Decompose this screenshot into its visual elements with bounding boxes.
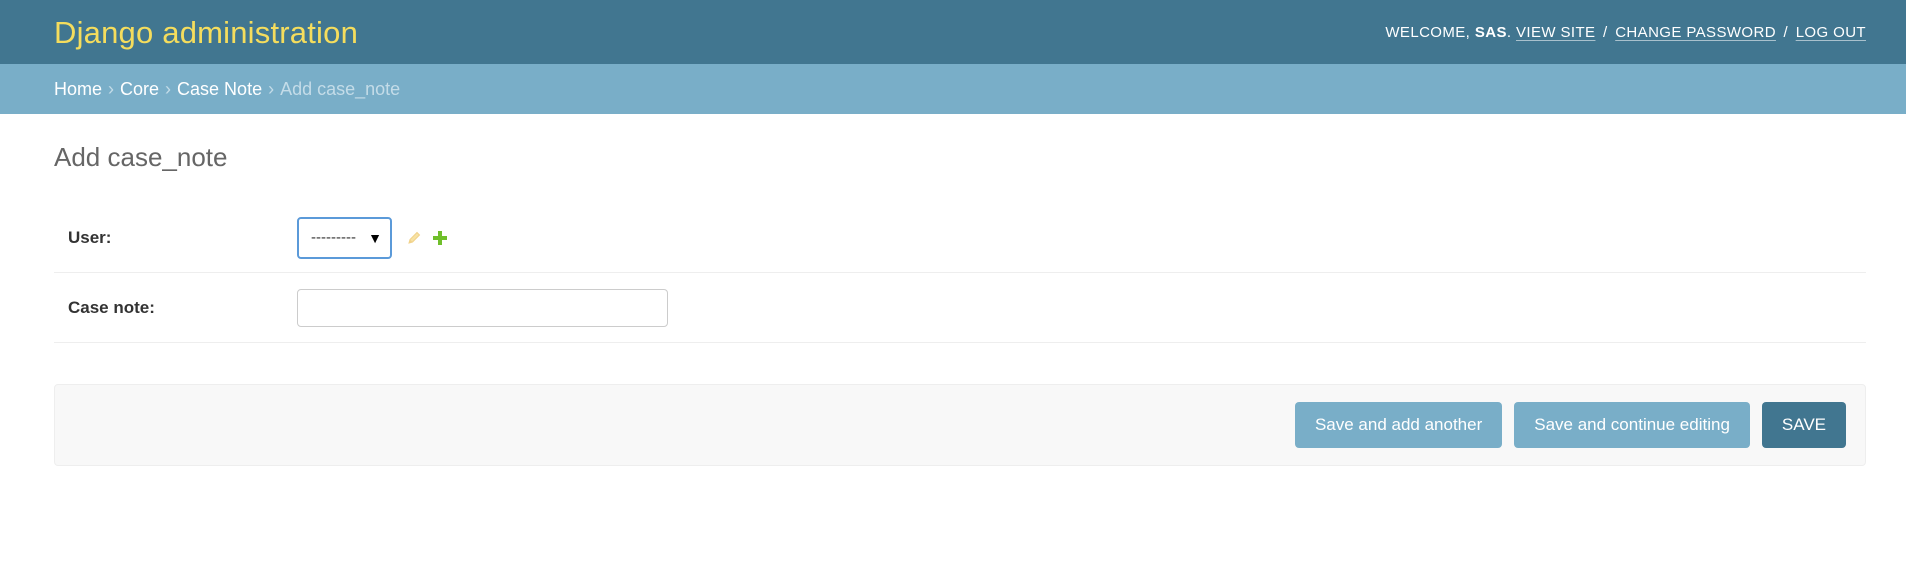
- case-note-form: User: --------- ▼ Case note: Save and ad…: [54, 203, 1866, 466]
- header: Django administration WELCOME, SAS. VIEW…: [0, 0, 1906, 64]
- breadcrumb-app[interactable]: Core: [120, 79, 159, 100]
- breadcrumb-separator: ›: [165, 78, 172, 99]
- breadcrumb-separator: ›: [268, 78, 275, 99]
- case-note-input[interactable]: [297, 288, 668, 327]
- breadcrumb: Home › Core › Case Note › Add case_note: [0, 64, 1906, 114]
- page-title: Add case_note: [54, 142, 228, 172]
- pencil-icon-svg: [408, 231, 421, 244]
- welcome-text: WELCOME,: [1385, 23, 1471, 41]
- view-site-link[interactable]: VIEW SITE: [1516, 24, 1595, 41]
- save-and-continue-editing-button[interactable]: Save and continue editing: [1514, 402, 1750, 448]
- user-tools: WELCOME, SAS. VIEW SITE / CHANGE PASSWOR…: [1385, 23, 1866, 41]
- log-out-link[interactable]: LOG OUT: [1796, 24, 1866, 41]
- user-select[interactable]: --------- ▼: [297, 216, 392, 259]
- breadcrumb-model[interactable]: Case Note: [177, 79, 262, 100]
- user-select-value: ---------: [311, 229, 356, 246]
- user-label: User:: [68, 227, 112, 247]
- submit-row: Save and add another Save and continue e…: [54, 384, 1866, 466]
- change-password-link[interactable]: CHANGE PASSWORD: [1615, 24, 1776, 41]
- plus-icon-svg: [433, 230, 447, 245]
- save-button[interactable]: SAVE: [1761, 402, 1846, 448]
- separator: /: [1783, 23, 1789, 41]
- plus-icon[interactable]: [432, 230, 448, 246]
- username: SAS: [1474, 23, 1507, 41]
- form-row-case-note: Case note:: [54, 273, 1866, 343]
- breadcrumb-separator: ›: [108, 78, 115, 99]
- related-widget-links: [406, 230, 448, 246]
- site-branding[interactable]: Django administration: [54, 13, 358, 51]
- main-content: Add case_note User: --------- ▼ Case not…: [0, 114, 1906, 466]
- caret-down-icon: ▼: [368, 229, 382, 246]
- breadcrumb-current: Add case_note: [280, 78, 401, 99]
- form-row-user: User: --------- ▼: [54, 203, 1866, 273]
- separator: /: [1603, 23, 1608, 41]
- save-and-add-another-button[interactable]: Save and add another: [1294, 402, 1503, 448]
- case-note-label: Case note:: [68, 297, 155, 317]
- breadcrumb-home[interactable]: Home: [54, 79, 102, 100]
- pencil-icon[interactable]: [406, 230, 422, 246]
